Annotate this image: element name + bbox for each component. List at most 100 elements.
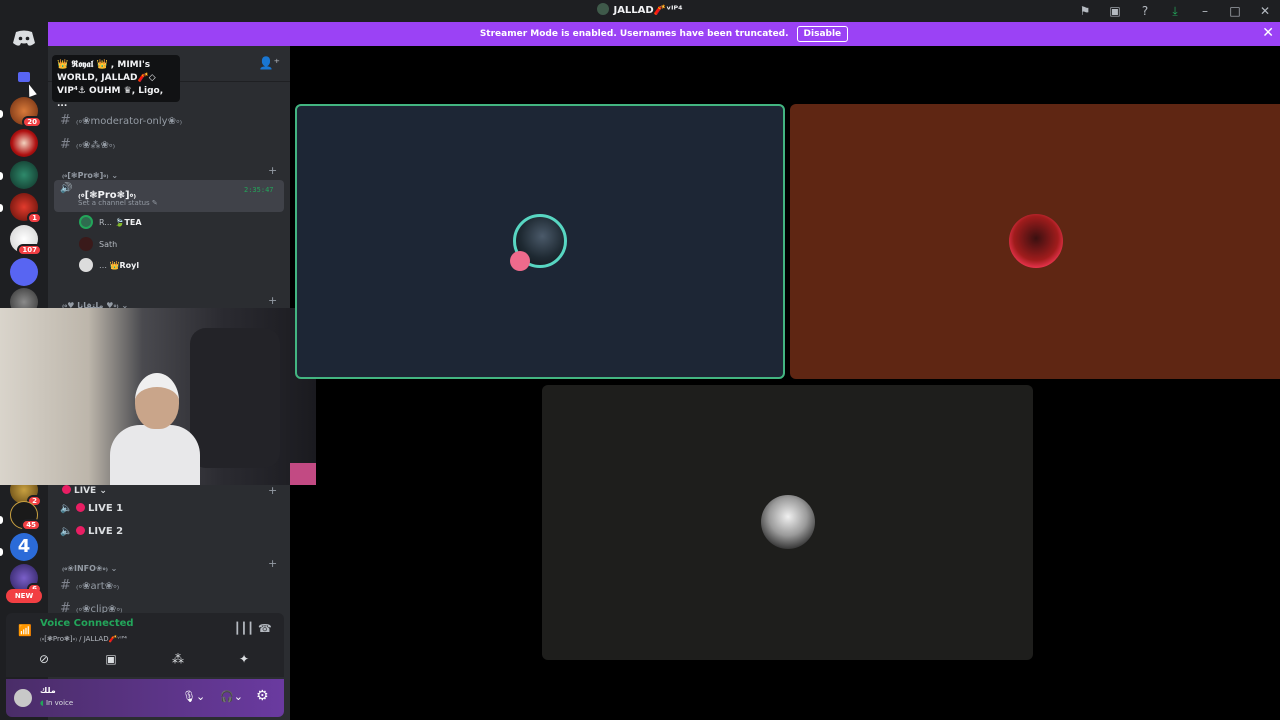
speaker-icon: 🔈 [60,503,73,514]
microphone-icon[interactable]: 🎙⌄ [182,690,205,703]
server-icon-9[interactable]: 45 [10,501,41,531]
channel-live-1[interactable]: 🔈 LIVE 1 [60,503,123,514]
unread-pip [0,204,3,212]
voice-channel-name: ₍༚[❃Pro❃]༚₎ [78,190,137,201]
live-dot-icon [62,485,71,494]
folder-icon[interactable] [18,72,30,82]
hash-icon: # [60,578,71,593]
speaker-icon: 🔊 [60,183,73,194]
webcam-person-head [135,373,179,429]
signal-icon[interactable]: 📶 [18,624,32,637]
flag-icon[interactable]: ⚑ [1070,0,1100,22]
discord-home-icon[interactable] [12,29,36,47]
channel-label: ₍༚❀⁂❀༚₎ [76,140,116,151]
participant-avatar-1 [510,214,567,271]
voice-user-name: … [99,261,107,270]
crown-icon: 👑 [109,261,120,270]
mention-badge: 1 [27,212,42,224]
unread-pip [0,172,3,180]
maximize-icon[interactable]: □ [1220,0,1250,22]
unread-pip [0,110,3,118]
help-icon[interactable]: ? [1130,0,1160,22]
server-icon-2[interactable] [10,129,38,157]
screen-share-button[interactable]: ▣ [83,649,139,669]
disable-button[interactable]: Disable [796,26,849,42]
soundboard-icon: ✦ [238,652,250,666]
title-bar: JALLAD🧨ᵛᴵᴾ⁴ ⚑ ▣ ? ⤓ – □ ✕ [0,0,1280,22]
server-icon-10[interactable]: 4 [10,533,38,561]
server-icon-11[interactable]: 6 [10,564,42,595]
category-live[interactable]: LIVE ⌄ [62,485,107,496]
title-bar-controls: ⚑ ▣ ? ⤓ – □ ✕ [1070,0,1280,22]
close-icon[interactable]: ✕ [1250,0,1280,22]
banner-close-icon[interactable]: ✕ [1262,25,1274,41]
webcam-person-body [110,425,200,485]
add-channel-icon[interactable]: + [268,294,277,307]
participant-avatar-2 [1009,214,1063,268]
participant-avatar-3 [761,495,815,549]
user-avatar[interactable] [14,689,32,707]
category-label: LIVE [74,486,97,496]
voice-connected-title[interactable]: Voice Connected [40,618,134,629]
add-channel-icon[interactable]: + [268,484,277,497]
server-icon [597,3,610,15]
unread-pip [0,548,3,556]
mouse-cursor-icon [25,82,37,98]
settings-gear-icon[interactable]: ⚙ [256,688,269,704]
voice-user-name: R... [99,218,112,227]
category-label: ₍༚❀INFO❀༚₎ [62,564,108,573]
download-icon[interactable]: ⤓ [1160,0,1190,22]
avatar[interactable] [79,215,93,229]
mention-badge: 107 [17,244,42,256]
voice-user-2[interactable]: Sath [99,240,117,249]
server-folder-tooltip: 👑 𝕽𝖔𝖞𝖆𝖑 👑 , MIMI's WORLD, JALLAD🧨◇ VIP⁴⚓… [52,55,180,109]
new-badge: NEW [6,589,42,603]
add-channel-icon[interactable]: + [268,164,277,177]
headphones-icon[interactable]: 🎧⌄ [220,690,243,703]
server-icon-3[interactable] [10,161,38,189]
leaf-icon: 🍃 [114,218,125,227]
avatar[interactable] [79,237,93,251]
inbox-icon[interactable]: ▣ [1100,0,1130,22]
server-icon-1[interactable]: 20 [10,97,42,128]
mention-badge: 20 [22,116,42,128]
soundboard-button[interactable]: ✦ [216,649,272,669]
webcam-pink-object [290,463,316,485]
tooltip-line: WORLD, JALLAD🧨◇ [57,73,156,83]
minimize-icon[interactable]: – [1190,0,1220,22]
camera-off-icon: ⊘ [38,652,50,666]
channel-live-2[interactable]: 🔈 LIVE 2 [60,526,123,537]
voice-user-1[interactable]: R... 🍃TEA [99,218,142,227]
camera-off-button[interactable]: ⊘ [16,649,72,669]
tooltip-line: VIP⁴⚓ OUHM ♛, Ligo, ... [57,86,164,109]
user-status: ◖ In voice [40,699,73,707]
server-icon-5[interactable]: 107 [10,225,42,256]
hash-icon: # [60,113,71,128]
channel-label: ₍༚❀moderator-only❀༚₎ [76,116,183,127]
activities-button[interactable]: ⁂ [150,649,206,669]
discord-window: JALLAD🧨ᵛᴵᴾ⁴ ⚑ ▣ ? ⤓ – □ ✕ 20 1 107 2 45 … [0,0,1280,720]
hash-icon: # [60,137,71,152]
in-voice-icon: ◖ [40,699,44,707]
channel-text-2[interactable]: # ₍༚❀⁂❀༚₎ [60,134,115,162]
invite-people-icon[interactable]: 👤⁺ [259,56,280,70]
channel-status-text: Set a channel status [78,199,150,207]
voice-timer: 2:35:47 [244,186,274,194]
add-channel-icon[interactable]: + [268,557,277,570]
user-tag: TEA [124,218,142,227]
noise-suppression-icon[interactable]: ┃┃┃ [234,622,254,635]
voice-user-3[interactable]: … 👑Royl [99,261,139,270]
disconnect-icon[interactable]: ☎ [258,622,272,635]
activities-icon: ⁂ [172,652,184,666]
webcam-overlay [0,308,316,485]
channel-label: LIVE 1 [88,503,124,514]
channel-label: ₍༚❀art❀༚₎ [76,581,120,592]
avatar[interactable] [79,258,93,272]
server-icon-4[interactable]: 1 [10,193,42,224]
user-name[interactable]: ملك [40,686,56,695]
server-icon-6[interactable] [10,258,38,286]
category-label: ₍༚[❃Pro❃]༚₎ [62,171,109,180]
channel-status-link[interactable]: Set a channel status ✎ [78,199,158,207]
window-title-text: JALLAD🧨ᵛᴵᴾ⁴ [613,5,683,16]
streamer-mode-banner: Streamer Mode is enabled. Usernames have… [48,22,1280,46]
